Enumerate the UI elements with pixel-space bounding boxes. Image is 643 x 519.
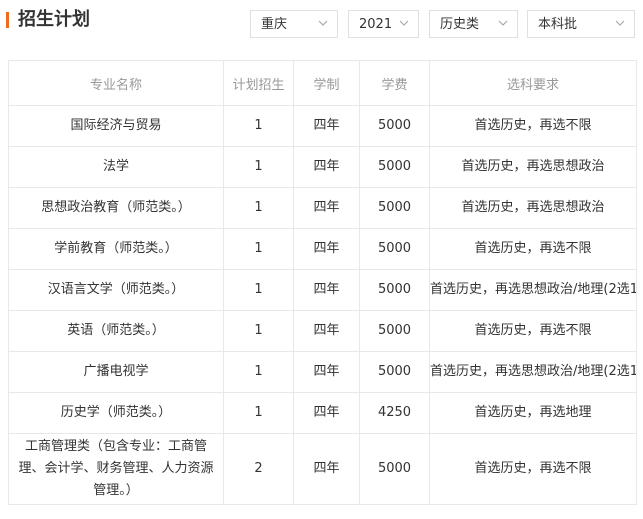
requirement-cell: 首选历史，再选思想政治/地理(2选1) (429, 351, 637, 393)
major-cell: 工商管理类（包含专业：工商管理、会计学、财务管理、人力资源管理。） (8, 433, 224, 505)
fee-cell: 5000 (359, 351, 430, 393)
requirement-cell: 首选历史，再选不限 (429, 433, 637, 505)
major-cell: 法学 (8, 146, 224, 188)
requirement-cell: 首选历史，再选思想政治 (429, 187, 637, 229)
subject-dropdown[interactable]: 历史类 (429, 10, 518, 38)
table-row: 历史学（师范类。） 1 四年 4250 首选历史，再选地理 (8, 392, 637, 434)
title-accent-bar (6, 12, 9, 28)
chevron-down-icon (318, 20, 328, 26)
page-header: 招生计划 重庆 2021 历史类 本科批 (0, 0, 643, 44)
requirement-cell: 首选历史，再选思想政治/地理(2选1) (429, 269, 637, 311)
requirement-cell: 首选历史，再选不限 (429, 228, 637, 270)
fee-cell: 5000 (359, 433, 430, 505)
province-dropdown-label: 重庆 (261, 17, 288, 32)
province-dropdown[interactable]: 重庆 (250, 10, 338, 38)
plan-cell: 2 (223, 433, 294, 505)
years-cell: 四年 (293, 310, 360, 352)
year-dropdown[interactable]: 2021 (348, 10, 419, 38)
major-cell: 国际经济与贸易 (8, 105, 224, 147)
fee-cell: 5000 (359, 146, 430, 188)
requirement-cell: 首选历史，再选不限 (429, 105, 637, 147)
chevron-down-icon (399, 20, 409, 26)
plan-cell: 1 (223, 105, 294, 147)
batch-dropdown[interactable]: 本科批 (527, 10, 635, 38)
major-cell: 学前教育（师范类。） (8, 228, 224, 270)
years-cell: 四年 (293, 269, 360, 311)
requirement-cell: 首选历史，再选不限 (429, 310, 637, 352)
fee-cell: 5000 (359, 269, 430, 311)
major-cell: 思想政治教育（师范类。） (8, 187, 224, 229)
fee-cell: 5000 (359, 105, 430, 147)
table-row: 汉语言文学（师范类。） 1 四年 5000 首选历史，再选思想政治/地理(2选1… (8, 269, 637, 311)
enrollment-plan-table: 专业名称 计划招生 学制 学费 选科要求 国际经济与贸易 1 四年 5000 首… (8, 60, 637, 505)
years-cell: 四年 (293, 433, 360, 505)
enrollment-plan-table-wrap: 专业名称 计划招生 学制 学费 选科要求 国际经济与贸易 1 四年 5000 首… (8, 60, 637, 505)
chevron-down-icon (615, 20, 625, 26)
fee-cell: 5000 (359, 310, 430, 352)
years-cell: 四年 (293, 105, 360, 147)
table-row: 思想政治教育（师范类。） 1 四年 5000 首选历史，再选思想政治 (8, 187, 637, 229)
years-cell: 四年 (293, 146, 360, 188)
table-row: 学前教育（师范类。） 1 四年 5000 首选历史，再选不限 (8, 228, 637, 270)
requirement-cell: 首选历史，再选思想政治 (429, 146, 637, 188)
table-row: 国际经济与贸易 1 四年 5000 首选历史，再选不限 (8, 105, 637, 147)
column-header-requirement: 选科要求 (429, 60, 637, 106)
table-row: 广播电视学 1 四年 5000 首选历史，再选思想政治/地理(2选1) (8, 351, 637, 393)
table-header-row: 专业名称 计划招生 学制 学费 选科要求 (8, 60, 637, 106)
fee-cell: 5000 (359, 187, 430, 229)
column-header-plan: 计划招生 (223, 60, 294, 106)
major-cell: 汉语言文学（师范类。） (8, 269, 224, 311)
plan-cell: 1 (223, 392, 294, 434)
major-cell: 历史学（师范类。） (8, 392, 224, 434)
major-cell: 英语（师范类。） (8, 310, 224, 352)
requirement-cell: 首选历史，再选地理 (429, 392, 637, 434)
plan-cell: 1 (223, 310, 294, 352)
years-cell: 四年 (293, 187, 360, 229)
fee-cell: 5000 (359, 228, 430, 270)
plan-cell: 1 (223, 228, 294, 270)
plan-cell: 1 (223, 187, 294, 229)
subject-dropdown-label: 历史类 (440, 17, 480, 32)
fee-cell: 4250 (359, 392, 430, 434)
plan-cell: 1 (223, 269, 294, 311)
year-dropdown-label: 2021 (359, 17, 393, 32)
years-cell: 四年 (293, 351, 360, 393)
plan-cell: 1 (223, 351, 294, 393)
years-cell: 四年 (293, 228, 360, 270)
plan-cell: 1 (223, 146, 294, 188)
page-title: 招生计划 (18, 9, 90, 30)
table-row: 法学 1 四年 5000 首选历史，再选思想政治 (8, 146, 637, 188)
table-row: 英语（师范类。） 1 四年 5000 首选历史，再选不限 (8, 310, 637, 352)
batch-dropdown-label: 本科批 (538, 17, 578, 32)
table-row: 工商管理类（包含专业：工商管理、会计学、财务管理、人力资源管理。） 2 四年 5… (8, 433, 637, 505)
column-header-years: 学制 (293, 60, 360, 106)
years-cell: 四年 (293, 392, 360, 434)
column-header-major: 专业名称 (8, 60, 224, 106)
major-cell: 广播电视学 (8, 351, 224, 393)
chevron-down-icon (498, 20, 508, 26)
column-header-fee: 学费 (359, 60, 430, 106)
